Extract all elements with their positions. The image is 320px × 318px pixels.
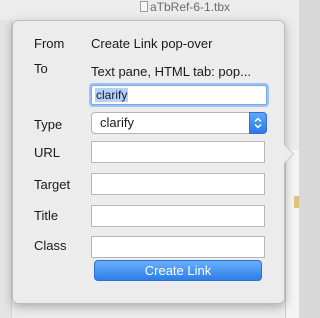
from-value: Create Link pop-over [91,36,213,51]
url-label: URL [34,145,61,160]
create-link-button[interactable]: Create Link [94,260,262,281]
type-select-value: clarify [100,115,134,130]
background-highlight-mark [294,196,299,208]
class-field[interactable] [91,236,265,258]
popover-arrow [283,144,293,164]
url-field[interactable] [91,141,265,163]
class-label: Class [34,238,67,253]
type-label: Type [34,117,63,132]
background-left-pane [0,20,12,318]
target-label: Target [34,177,71,192]
title-label: Title [34,208,59,223]
anchor-text-input[interactable]: clarify [91,85,267,105]
document-icon [140,1,148,12]
selected-text: clarify [95,88,129,102]
up-down-chevron-icon [249,112,267,134]
to-label: To [34,61,48,76]
title-field[interactable] [91,205,265,227]
type-select[interactable]: clarify [91,112,267,134]
from-label: From [34,36,65,51]
to-value: Text pane, HTML tab: pop... [91,64,251,79]
background-text-pane [285,150,299,318]
target-field[interactable] [91,173,265,195]
window-title: aTbRef-6-1.tbx [150,0,231,14]
